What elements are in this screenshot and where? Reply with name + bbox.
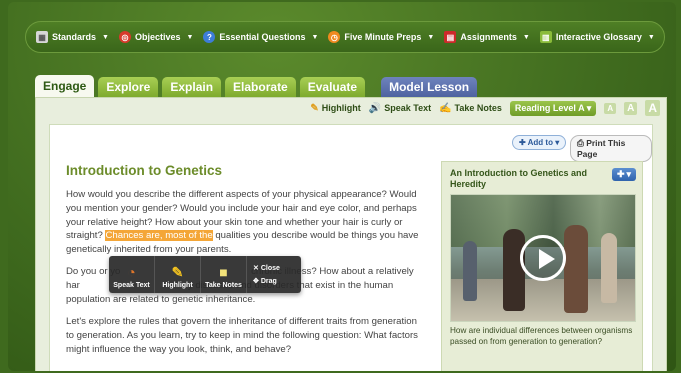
tab-explore[interactable]: Explore: [98, 77, 159, 97]
popup-side-controls: ✕ Close ✥ Drag: [247, 256, 280, 293]
plus-icon: ✚: [519, 138, 526, 147]
content-area: ✎ Highlight 🔊 Speak Text ✍ Take Notes Re…: [35, 97, 667, 371]
toolbar-objectives[interactable]: ◎ Objectives ▼: [118, 31, 194, 43]
text-tool-popup: ◔ Speak Text ✎ Highlight ■ Take Notes ✕ …: [109, 256, 301, 293]
standards-icon: ▦: [36, 31, 48, 43]
popup-highlight-button[interactable]: ✎ Highlight: [155, 256, 201, 293]
sidebar-add-button[interactable]: ✚ ▾: [612, 168, 636, 181]
glossary-icon: ▥: [539, 31, 552, 43]
video-person: [463, 241, 477, 301]
top-toolbar: ▦ Standards ▼ ◎ Objectives ▼ ? Essential…: [25, 21, 665, 53]
popup-close-button[interactable]: ✕ Close: [253, 264, 280, 272]
tab-explain[interactable]: Explain: [162, 77, 222, 97]
highlight-label: Highlight: [321, 103, 361, 113]
font-size-large-button[interactable]: A: [645, 100, 660, 116]
highlighter-icon: ✎: [310, 102, 319, 114]
page-title: Introduction to Genetics: [66, 163, 223, 178]
add-to-button[interactable]: ✚ Add to ▾: [512, 135, 567, 150]
video-player[interactable]: [450, 194, 636, 322]
toolbar-interactive-glossary[interactable]: ▥ Interactive Glossary ▼: [539, 31, 655, 43]
font-size-small-button[interactable]: A: [604, 102, 617, 114]
toolbar-standards[interactable]: ▦ Standards ▼: [36, 31, 109, 43]
chevron-down-icon: ▼: [427, 33, 435, 41]
popup-take-notes-button[interactable]: ■ Take Notes: [201, 256, 247, 293]
assignment-icon: ▤: [444, 31, 457, 43]
chevron-down-icon: ▼: [186, 33, 194, 41]
chevron-down-icon: ▼: [311, 33, 319, 41]
popup-label: Take Notes: [205, 282, 242, 289]
clock-icon: ◷: [328, 31, 341, 43]
speaker-icon: 🔊: [368, 102, 382, 114]
video-caption: How are individual differences between o…: [450, 326, 633, 346]
lesson-page: ✚ Add to ▾ ⎙ Print This Page Introductio…: [49, 124, 653, 371]
notes-icon: ✍: [439, 102, 452, 114]
popup-label: Highlight: [162, 282, 193, 289]
tab-elaborate[interactable]: Elaborate: [225, 77, 296, 97]
plus-icon: ✚: [616, 169, 625, 179]
chevron-down-icon: ▾: [555, 138, 560, 147]
reading-level-dropdown[interactable]: Reading Level A ▾: [509, 100, 597, 116]
toolbar-label: Objectives: [134, 32, 181, 42]
add-to-label: Add to: [527, 138, 553, 147]
chevron-down-icon: ▾: [586, 102, 592, 113]
popup-label: Speak Text: [113, 282, 150, 289]
toolbar-label: Five Minute Preps: [344, 32, 422, 42]
print-button[interactable]: ⎙ Print This Page: [570, 135, 652, 162]
highlighted-text[interactable]: Chances are, most of the: [105, 230, 213, 242]
video-person: [564, 225, 588, 313]
speak-text-tool[interactable]: 🔊 Speak Text: [369, 103, 431, 114]
video-person: [601, 233, 617, 303]
utility-bar: ✎ Highlight 🔊 Speak Text ✍ Take Notes Re…: [310, 100, 660, 116]
toolbar-label: Assignments: [460, 32, 517, 42]
play-icon[interactable]: [520, 235, 566, 281]
highlighter-icon: ✎: [171, 264, 184, 280]
video-person: [503, 229, 525, 311]
paragraph-3: Let's explore the rules that govern the …: [66, 316, 418, 355]
take-notes-label: Take Notes: [454, 103, 502, 113]
close-icon: ✕: [253, 265, 259, 272]
target-icon: ◎: [118, 31, 131, 43]
toolbar-five-minute-preps[interactable]: ◷ Five Minute Preps ▼: [328, 31, 434, 43]
chevron-down-icon: ▼: [522, 33, 530, 41]
chevron-down-icon: ▼: [647, 33, 655, 41]
toolbar-label: Standards: [52, 32, 97, 42]
font-size-medium-button[interactable]: A: [624, 101, 638, 115]
popup-label: Drag: [260, 278, 277, 285]
tab-evaluate[interactable]: Evaluate: [299, 77, 366, 97]
move-icon: ✥: [253, 278, 259, 285]
app-frame: ▦ Standards ▼ ◎ Objectives ▼ ? Essential…: [8, 2, 676, 371]
reading-level-label: Reading Level A: [514, 102, 585, 113]
toolbar-assignments[interactable]: ▤ Assignments ▼: [444, 31, 530, 43]
toolbar-essential-questions[interactable]: ? Essential Questions ▼: [203, 31, 318, 43]
speaker-icon: ◔: [127, 264, 136, 280]
tab-model-lesson[interactable]: Model Lesson: [381, 77, 478, 97]
question-icon: ?: [203, 31, 216, 43]
highlight-tool[interactable]: ✎ Highlight: [310, 103, 360, 114]
sidebar-title: An Introduction to Genetics and Heredity: [450, 168, 587, 189]
speak-text-label: Speak Text: [384, 103, 432, 113]
video-sidebar: An Introduction to Genetics and Heredity…: [441, 161, 643, 371]
lesson-tabs: Engage Explore Explain Elaborate Evaluat…: [35, 75, 478, 97]
popup-drag-handle[interactable]: ✥ Drag: [253, 277, 280, 285]
paragraph-1: How would you describe the different asp…: [66, 188, 422, 257]
sticky-note-icon: ■: [219, 264, 228, 280]
tab-engage[interactable]: Engage: [35, 75, 95, 97]
toolbar-label: Interactive Glossary: [555, 32, 642, 42]
popup-speak-text-button[interactable]: ◔ Speak Text: [109, 256, 155, 293]
printer-icon: ⎙: [577, 138, 584, 148]
popup-label: Close: [260, 265, 280, 272]
take-notes-tool[interactable]: ✍ Take Notes: [439, 103, 502, 114]
chevron-down-icon: ▾: [626, 169, 632, 179]
toolbar-label: Essential Questions: [219, 32, 306, 42]
chevron-down-icon: ▼: [102, 33, 109, 41]
print-label: Print This Page: [577, 138, 626, 159]
